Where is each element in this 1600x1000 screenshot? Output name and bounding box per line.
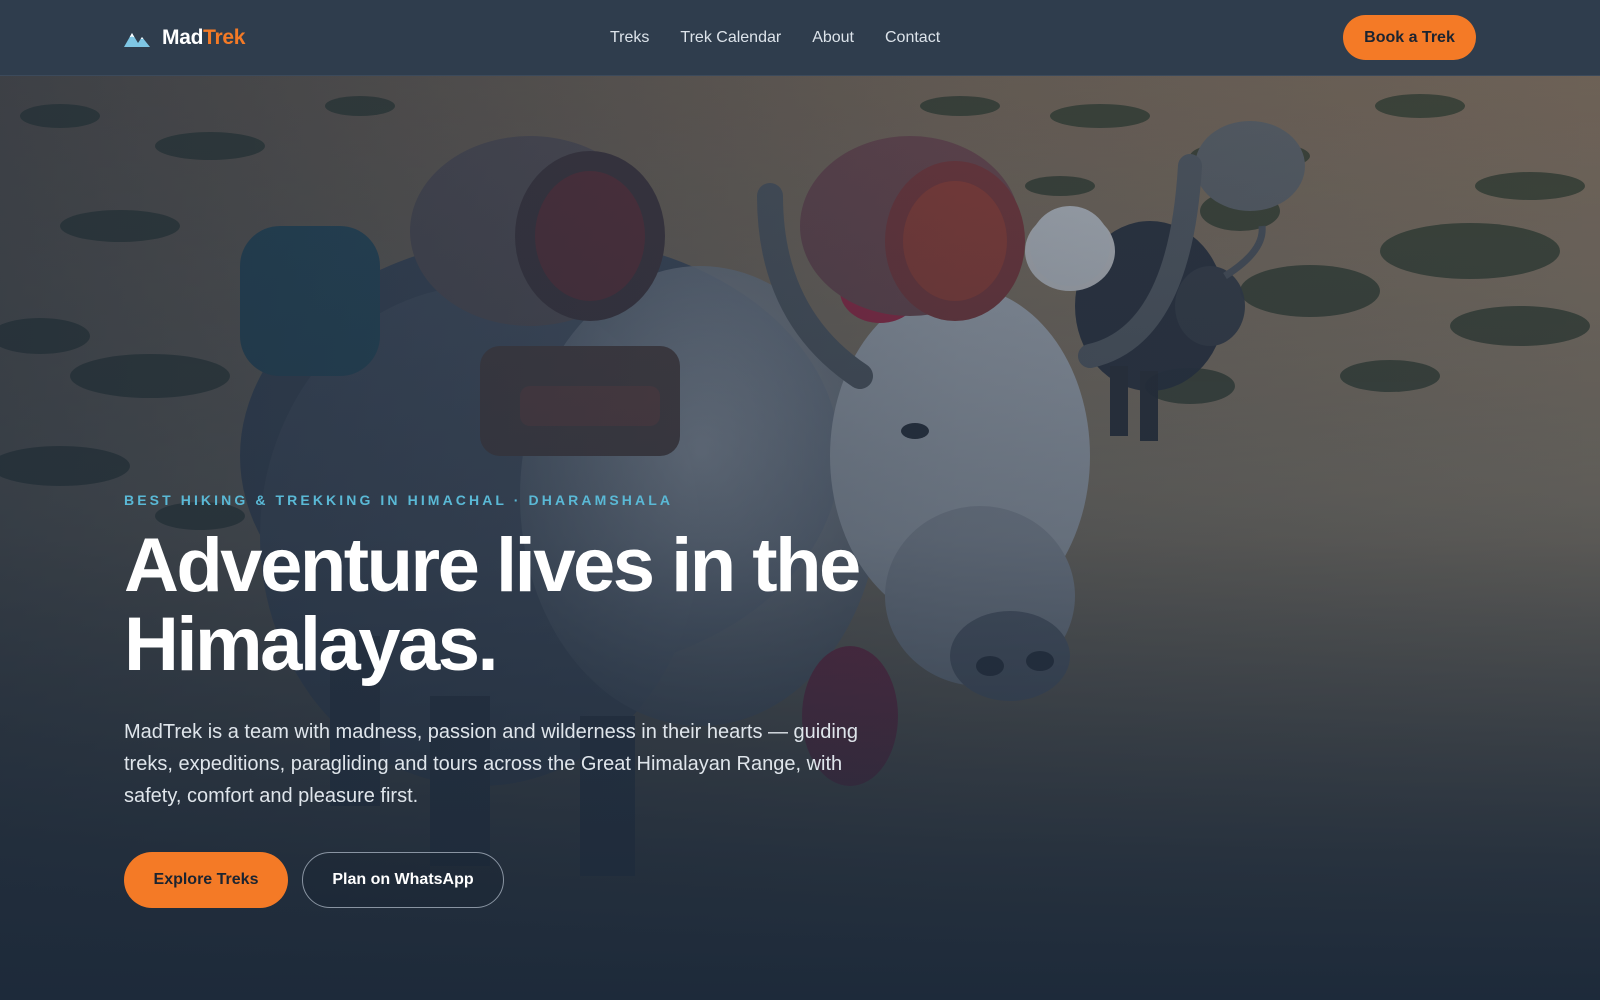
- book-a-trek-button[interactable]: Book a Trek: [1343, 15, 1476, 60]
- hero-description: MadTrek is a team with madness, passion …: [124, 721, 859, 807]
- brand-name-mad: Mad: [162, 26, 204, 49]
- hero-title-line-1: Adventure lives in the: [124, 523, 861, 608]
- main-nav: Treks Trek Calendar About Contact: [610, 0, 940, 76]
- nav-link-contact[interactable]: Contact: [885, 29, 940, 47]
- hero-cta-group: Explore Treks Plan on WhatsApp: [124, 852, 504, 908]
- hero-title-line-2: Himalayas.: [124, 602, 499, 687]
- hero-section: BEST HIKING & TREKKING IN HIMACHAL · DHA…: [0, 76, 1600, 1000]
- nav-link-treks[interactable]: Treks: [610, 29, 649, 47]
- top-navbar: MadTrek Treks Trek Calendar About Contac…: [0, 0, 1600, 76]
- brand-name-trek: Trek: [203, 26, 246, 49]
- hero-eyebrow: BEST HIKING & TREKKING IN HIMACHAL · DHA…: [124, 492, 674, 508]
- explore-treks-button[interactable]: Explore Treks: [124, 852, 288, 908]
- mountain-icon: [124, 33, 150, 47]
- brand-name: MadTrek: [162, 26, 245, 50]
- hero-title: Adventure lives in the Himalayas.: [124, 526, 1024, 684]
- nav-link-trek-calendar[interactable]: Trek Calendar: [680, 29, 781, 47]
- brand-logo-link[interactable]: MadTrek: [124, 24, 245, 52]
- nav-link-about[interactable]: About: [812, 29, 854, 47]
- plan-on-whatsapp-button[interactable]: Plan on WhatsApp: [302, 852, 504, 908]
